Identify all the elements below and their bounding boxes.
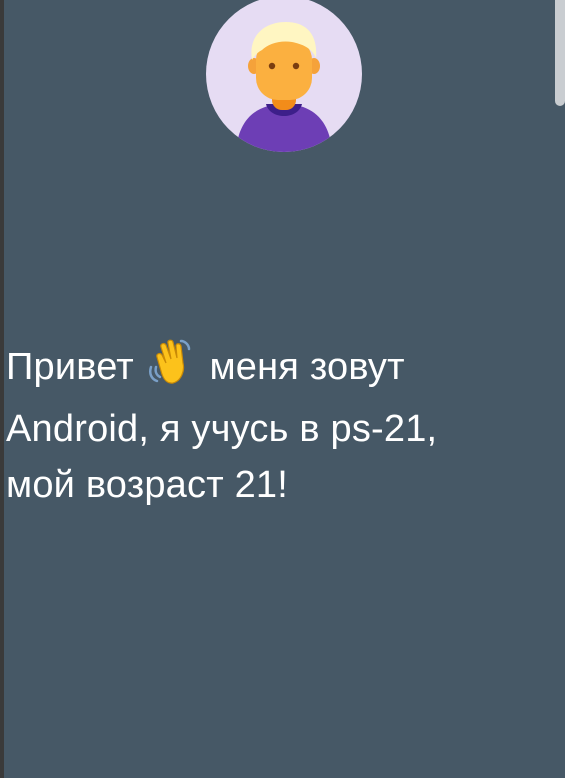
greeting-line-1: меня зовут (209, 346, 405, 388)
waving-hand-icon (147, 337, 193, 401)
scrollbar[interactable] (555, 0, 565, 106)
greeting-hello: Привет (6, 346, 134, 388)
greeting-line-2: Android, я учусь в ps-21, (6, 408, 438, 450)
greeting-line-3: мой возраст 21! (6, 464, 288, 506)
greeting-text: Привет меня зовут Android, я учусь в ps-… (6, 337, 526, 513)
window-left-edge (0, 0, 4, 778)
user-avatar-icon (206, 0, 362, 152)
